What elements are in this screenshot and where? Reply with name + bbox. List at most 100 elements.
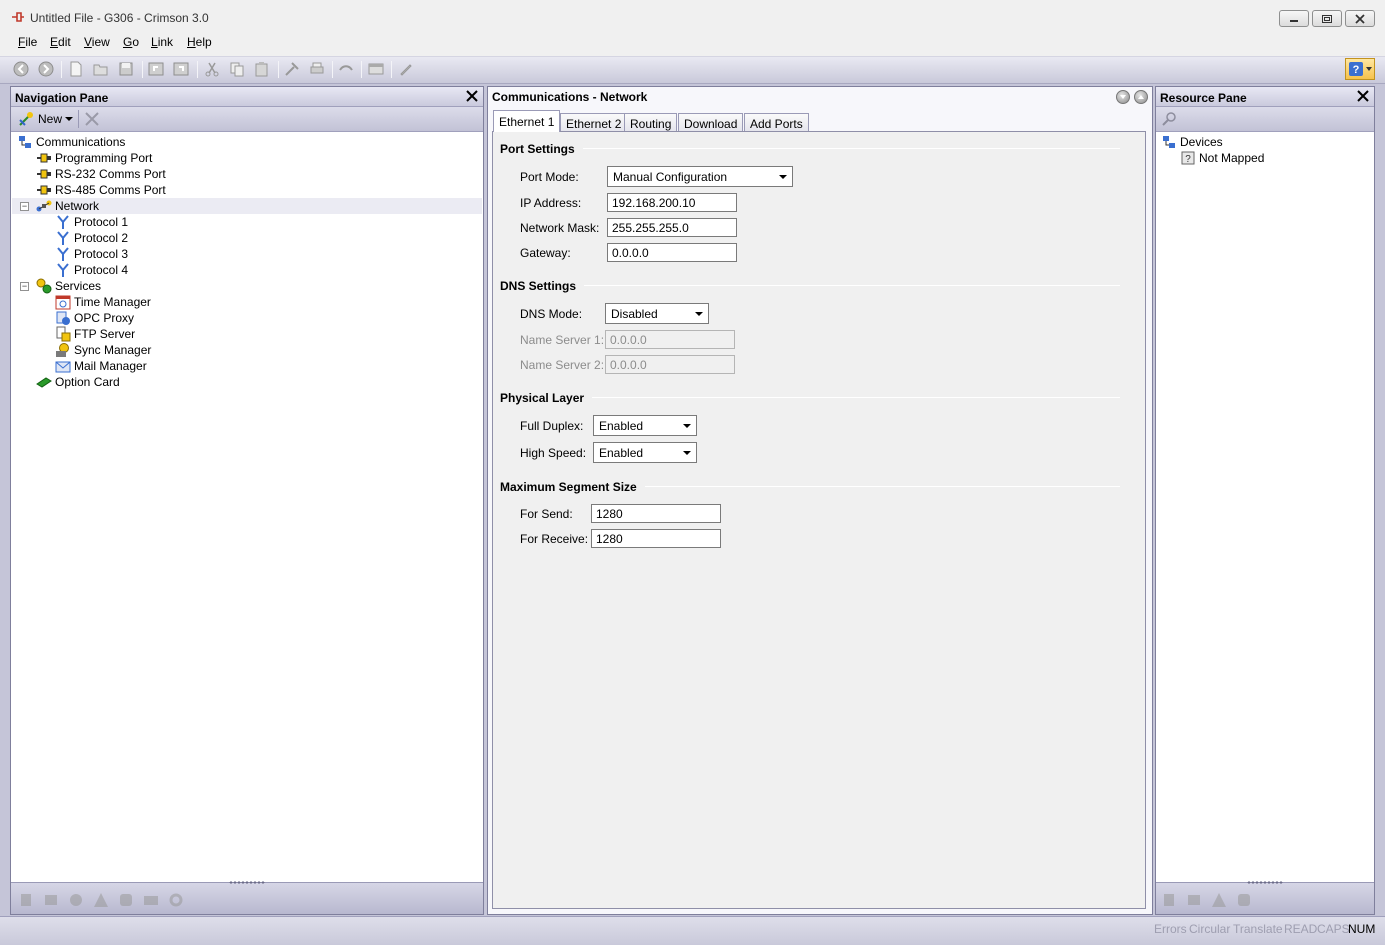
find-resource-button[interactable] <box>1161 111 1177 130</box>
tools-button[interactable] <box>284 61 300 77</box>
network-collapse-toggle[interactable]: − <box>20 202 29 211</box>
tree-item-sync-manager[interactable]: Sync Manager <box>55 342 151 358</box>
footer-tool-4-icon[interactable] <box>93 892 109 908</box>
dns-mode-select[interactable]: Disabled <box>605 303 709 324</box>
tree-item-opc-proxy[interactable]: OPC Proxy <box>55 310 134 326</box>
footer-tool-6-icon[interactable] <box>143 892 159 908</box>
arrow-up-icon <box>1138 95 1144 99</box>
redo-button[interactable] <box>173 61 189 77</box>
tab-download[interactable]: Download <box>678 113 744 132</box>
port-mode-select[interactable]: Manual Configuration <box>607 166 793 187</box>
services-collapse-toggle[interactable]: − <box>20 282 29 291</box>
window-button[interactable] <box>368 61 384 77</box>
copy-button[interactable] <box>229 61 245 77</box>
menu-help[interactable]: Help <box>187 35 212 49</box>
next-item-button[interactable] <box>1116 90 1130 104</box>
tree-item-protocol-3[interactable]: Protocol 3 <box>55 246 128 262</box>
link-button[interactable] <box>338 61 354 77</box>
high-speed-select[interactable]: Enabled <box>593 442 697 463</box>
search-icon <box>1162 112 1176 126</box>
tree-item-programming-port[interactable]: Programming Port <box>36 150 152 166</box>
footer-tool-1-icon[interactable] <box>18 892 34 908</box>
new-file-button[interactable] <box>68 61 84 77</box>
close-navigation-pane-button[interactable] <box>466 90 478 102</box>
tab-ethernet-2[interactable]: Ethernet 2 <box>560 113 628 132</box>
tree-item-protocol-2[interactable]: Protocol 2 <box>55 230 128 246</box>
tree-item-time-manager[interactable]: Time Manager <box>55 294 151 310</box>
protocol-icon <box>55 214 71 230</box>
devices-icon <box>1161 134 1177 150</box>
tab-add-ports[interactable]: Add Ports <box>744 113 809 132</box>
menu-view[interactable]: View <box>84 35 110 49</box>
high-speed-label: High Speed: <box>520 446 587 460</box>
help-dropdown-button[interactable]: ? <box>1345 58 1375 80</box>
tree-item-rs485-port[interactable]: RS-485 Comms Port <box>36 182 166 198</box>
close-window-button[interactable] <box>1345 10 1375 27</box>
footer-tool-7-icon[interactable] <box>168 892 184 908</box>
menu-edit[interactable]: Edit <box>50 35 71 49</box>
tree-item-rs232-port[interactable]: RS-232 Comms Port <box>36 166 166 182</box>
footer-tool-5-icon[interactable] <box>118 892 134 908</box>
services-icon <box>36 278 52 294</box>
close-resource-pane-button[interactable] <box>1357 90 1369 102</box>
resource-item-not-mapped[interactable]: ? Not Mapped <box>1180 150 1264 166</box>
resource-footer-tool-4-icon[interactable] <box>1236 892 1252 908</box>
tab-routing[interactable]: Routing <box>624 113 678 132</box>
network-icon <box>36 198 52 214</box>
forward-button[interactable] <box>38 61 54 77</box>
resource-footer-tool-3-icon[interactable] <box>1211 892 1227 908</box>
print-icon <box>310 62 324 74</box>
tree-item-protocol-4[interactable]: Protocol 4 <box>55 262 128 278</box>
tab-ethernet-1[interactable]: Ethernet 1 <box>493 110 561 132</box>
full-duplex-select[interactable]: Enabled <box>593 415 697 436</box>
menu-go[interactable]: Go <box>123 35 139 49</box>
minimize-button[interactable] <box>1279 10 1309 27</box>
ip-address-input[interactable]: 192.168.200.10 <box>607 193 737 212</box>
restore-button[interactable] <box>1312 10 1342 27</box>
undo-button[interactable] <box>148 61 164 77</box>
tree-item-services[interactable]: Services <box>36 278 101 294</box>
pen-button[interactable] <box>398 61 414 77</box>
delete-item-button[interactable] <box>84 111 100 130</box>
open-icon <box>93 64 108 76</box>
gateway-label: Gateway: <box>520 246 571 260</box>
name-server-2-input[interactable]: 0.0.0.0 <box>605 355 735 374</box>
tree-item-option-card[interactable]: Option Card <box>36 374 120 390</box>
new-item-button[interactable]: New <box>18 111 74 127</box>
back-button[interactable] <box>13 61 29 77</box>
footer-tool-2-icon[interactable] <box>43 892 59 908</box>
paste-button[interactable] <box>254 61 270 77</box>
status-circular: Circular <box>1189 922 1231 936</box>
menu-link[interactable]: Link <box>151 35 173 49</box>
save-button[interactable] <box>118 61 134 77</box>
pen-icon <box>400 64 412 76</box>
new-file-icon <box>70 61 82 77</box>
network-mask-input[interactable]: 255.255.255.0 <box>607 218 737 237</box>
name-server-1-input[interactable]: 0.0.0.0 <box>605 330 735 349</box>
previous-item-button[interactable] <box>1134 90 1148 104</box>
tree-item-network[interactable]: Network <box>36 198 99 214</box>
delete-icon <box>85 112 99 126</box>
for-receive-input[interactable]: 1280 <box>591 529 721 548</box>
resource-footer-tool-1-icon[interactable] <box>1161 892 1177 908</box>
for-send-label: For Send: <box>520 507 573 521</box>
gateway-input[interactable]: 0.0.0.0 <box>607 243 737 262</box>
resource-item-devices[interactable]: Devices <box>1161 134 1223 150</box>
cut-button[interactable] <box>204 61 220 77</box>
footer-tool-3-icon[interactable] <box>68 892 84 908</box>
navigation-toolbar: New <box>11 107 483 132</box>
for-send-input[interactable]: 1280 <box>591 504 721 523</box>
tree-item-protocol-1[interactable]: Protocol 1 <box>55 214 128 230</box>
menu-file[interactable]: File <box>18 35 37 49</box>
tree-item-ftp-server[interactable]: FTP Server <box>55 326 135 342</box>
resource-footer-tool-2-icon[interactable] <box>1186 892 1202 908</box>
tree-item-communications[interactable]: Communications <box>17 134 125 150</box>
tree-item-mail-manager[interactable]: Mail Manager <box>55 358 147 374</box>
chevron-down-icon <box>779 175 787 179</box>
print-button[interactable] <box>309 61 325 77</box>
close-icon <box>1357 90 1369 102</box>
open-button[interactable] <box>93 61 109 77</box>
dns-mode-label: DNS Mode: <box>520 307 583 321</box>
network-mask-label: Network Mask: <box>520 221 600 235</box>
editor-title: Communications - Network <box>492 90 648 104</box>
